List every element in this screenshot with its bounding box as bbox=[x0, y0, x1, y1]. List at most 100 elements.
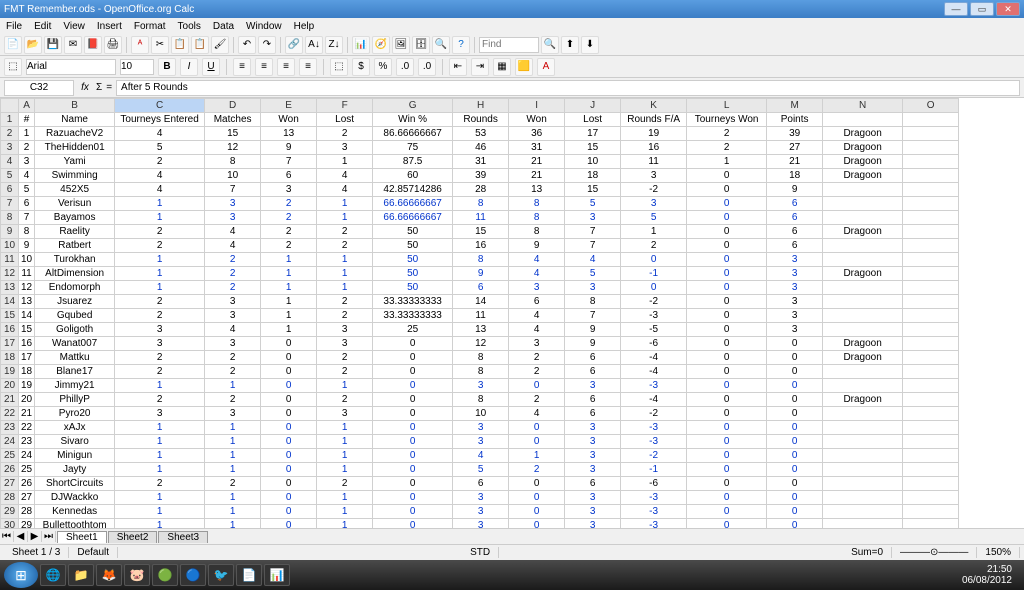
menu-help[interactable]: Help bbox=[288, 21, 321, 32]
chart-icon[interactable]: 📊 bbox=[352, 36, 370, 54]
tab-last-icon[interactable]: ⏭ bbox=[42, 531, 56, 542]
cell[interactable]: Pyro20 bbox=[35, 407, 115, 421]
cell[interactable]: 4 bbox=[205, 239, 261, 253]
merge-icon[interactable]: ⬚ bbox=[330, 58, 348, 76]
cell[interactable]: 0 bbox=[687, 211, 767, 225]
cell[interactable]: 17 bbox=[565, 127, 621, 141]
cell[interactable]: 4 bbox=[509, 407, 565, 421]
cell[interactable]: 3 bbox=[767, 323, 823, 337]
cell[interactable]: 39 bbox=[453, 169, 509, 183]
cell[interactable]: 0 bbox=[373, 435, 453, 449]
bgcolor-icon[interactable]: 🟨 bbox=[515, 58, 533, 76]
taskbar-app-icon[interactable]: 🟢 bbox=[152, 564, 178, 586]
cell[interactable]: 0 bbox=[687, 477, 767, 491]
cell[interactable]: 1 bbox=[205, 379, 261, 393]
cell[interactable]: 6 bbox=[767, 239, 823, 253]
find-down-icon[interactable]: ⬇ bbox=[581, 36, 599, 54]
cell[interactable]: 2 bbox=[205, 253, 261, 267]
cell[interactable]: 0 bbox=[373, 505, 453, 519]
cell[interactable]: 29 bbox=[19, 519, 35, 529]
system-tray[interactable]: 21:50 06/08/2012 bbox=[954, 564, 1020, 586]
cell[interactable]: 66.66666667 bbox=[373, 211, 453, 225]
decimal-add-icon[interactable]: .0 bbox=[396, 58, 414, 76]
menu-window[interactable]: Window bbox=[240, 21, 288, 32]
col-header[interactable]: K bbox=[621, 99, 687, 113]
percent-icon[interactable]: % bbox=[374, 58, 392, 76]
cell[interactable]: 0 bbox=[261, 351, 317, 365]
header-cell[interactable]: # bbox=[19, 113, 35, 127]
cell[interactable]: 0 bbox=[767, 351, 823, 365]
cell[interactable]: 11 bbox=[453, 309, 509, 323]
cell[interactable]: -3 bbox=[621, 519, 687, 529]
cell[interactable]: 1 bbox=[621, 225, 687, 239]
cell[interactable]: 3 bbox=[621, 169, 687, 183]
cell[interactable]: 2 bbox=[317, 127, 373, 141]
cell[interactable]: Dragoon bbox=[823, 393, 903, 407]
cell[interactable] bbox=[823, 407, 903, 421]
cell[interactable]: 2 bbox=[621, 239, 687, 253]
cell[interactable]: 6 bbox=[767, 211, 823, 225]
cell[interactable]: 5 bbox=[115, 141, 205, 155]
cell[interactable] bbox=[823, 463, 903, 477]
cell[interactable]: 0 bbox=[509, 421, 565, 435]
cell[interactable]: 0 bbox=[509, 379, 565, 393]
taskbar-app-icon[interactable]: 🐷 bbox=[124, 564, 150, 586]
cell[interactable]: 50 bbox=[373, 239, 453, 253]
datasources-icon[interactable]: 🗄 bbox=[412, 36, 430, 54]
cell[interactable]: -6 bbox=[621, 477, 687, 491]
cell[interactable]: 4 bbox=[509, 323, 565, 337]
cell[interactable]: 6 bbox=[509, 295, 565, 309]
cell[interactable]: 23 bbox=[19, 435, 35, 449]
cell[interactable]: 10 bbox=[453, 407, 509, 421]
cell[interactable]: 0 bbox=[767, 379, 823, 393]
cell[interactable]: 1 bbox=[317, 435, 373, 449]
cell[interactable]: 13 bbox=[509, 183, 565, 197]
cell[interactable] bbox=[823, 519, 903, 529]
cell[interactable]: 1 bbox=[115, 421, 205, 435]
cell[interactable] bbox=[823, 491, 903, 505]
styles-icon[interactable]: ⬚ bbox=[4, 58, 22, 76]
save-icon[interactable]: 💾 bbox=[44, 36, 62, 54]
cell[interactable]: 2 bbox=[317, 295, 373, 309]
cell[interactable]: 4 bbox=[509, 309, 565, 323]
cell[interactable]: 2 bbox=[115, 155, 205, 169]
cell[interactable]: 17 bbox=[19, 351, 35, 365]
row-header[interactable]: 4 bbox=[1, 155, 19, 169]
cell[interactable]: 12 bbox=[19, 281, 35, 295]
cell[interactable]: 9 bbox=[565, 337, 621, 351]
cell[interactable]: 3 bbox=[565, 505, 621, 519]
cell[interactable]: 1 bbox=[115, 379, 205, 393]
cell[interactable]: 8 bbox=[509, 197, 565, 211]
cell[interactable]: 1 bbox=[115, 449, 205, 463]
cell[interactable]: 8 bbox=[509, 211, 565, 225]
cell[interactable]: 50 bbox=[373, 267, 453, 281]
cell[interactable]: 0 bbox=[373, 351, 453, 365]
spellcheck-icon[interactable]: ᴬ bbox=[131, 36, 149, 54]
align-center-icon[interactable]: ≡ bbox=[255, 58, 273, 76]
cell[interactable]: 452X5 bbox=[35, 183, 115, 197]
cell[interactable]: 2 bbox=[205, 477, 261, 491]
row-header[interactable]: 1 bbox=[1, 113, 19, 127]
cell[interactable]: 6 bbox=[767, 225, 823, 239]
indent-inc-icon[interactable]: ⇥ bbox=[471, 58, 489, 76]
minimize-button[interactable]: — bbox=[944, 2, 968, 16]
cell[interactable]: 0 bbox=[261, 463, 317, 477]
cell[interactable]: 0 bbox=[767, 365, 823, 379]
cell[interactable]: -3 bbox=[621, 435, 687, 449]
cell[interactable]: 0 bbox=[261, 379, 317, 393]
cell[interactable]: 3 bbox=[509, 281, 565, 295]
align-justify-icon[interactable]: ≡ bbox=[299, 58, 317, 76]
cell[interactable]: 13 bbox=[453, 323, 509, 337]
cell[interactable]: 3 bbox=[317, 337, 373, 351]
cell[interactable]: 2 bbox=[205, 267, 261, 281]
cell[interactable]: 15 bbox=[565, 141, 621, 155]
row-header[interactable]: 29 bbox=[1, 505, 19, 519]
header-cell[interactable]: Rounds bbox=[453, 113, 509, 127]
cell[interactable]: 2 bbox=[317, 477, 373, 491]
cell[interactable]: 0 bbox=[687, 519, 767, 529]
cell[interactable]: -3 bbox=[621, 491, 687, 505]
col-header[interactable]: B bbox=[35, 99, 115, 113]
taskbar-app-icon[interactable]: 🐦 bbox=[208, 564, 234, 586]
col-header[interactable]: M bbox=[767, 99, 823, 113]
header-cell[interactable] bbox=[823, 113, 903, 127]
